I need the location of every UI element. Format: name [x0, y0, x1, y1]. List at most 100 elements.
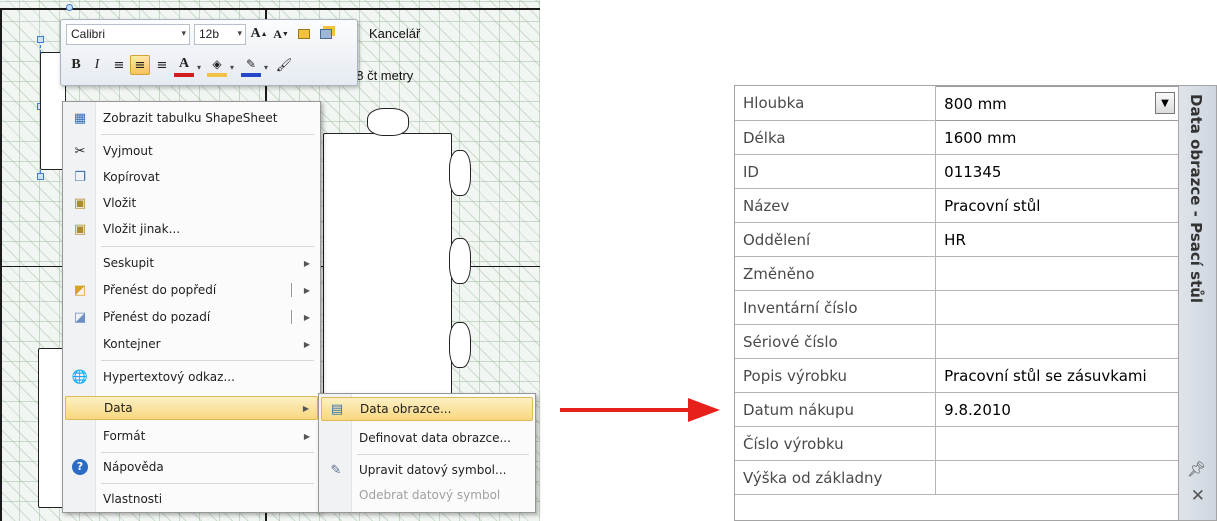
chevron-down-icon[interactable]: ▼ — [1155, 92, 1175, 114]
table-row[interactable]: Popis výrobku Pracovní stůl se zásuvkami — [735, 358, 1179, 393]
menu-separator — [101, 360, 314, 361]
room-area-label: 18 čt metry — [349, 68, 414, 83]
submenu-arrow-icon: ▶ — [303, 258, 310, 268]
copy-icon: ❐ — [74, 169, 86, 185]
chevron-down-icon: ▾ — [181, 28, 186, 38]
property-value[interactable]: 9.8.2010 — [935, 392, 1179, 427]
chair-shape[interactable] — [449, 322, 471, 368]
rotation-handle[interactable] — [66, 4, 73, 11]
shrink-font-icon[interactable]: A ▼ — [271, 24, 291, 44]
fill-color-icon[interactable]: ◈ — [207, 55, 227, 77]
close-icon[interactable]: ✕ — [1191, 486, 1205, 506]
property-value[interactable]: Pracovní stůl — [935, 188, 1179, 223]
table-row[interactable]: Výška od základny — [735, 460, 1179, 495]
menu-item-label: Přenést do pozadí — [103, 310, 211, 324]
menu-item-label: Vložit — [103, 196, 137, 210]
property-label: Změněno — [735, 256, 937, 291]
menu-item-label: Nápověda — [103, 460, 164, 474]
desk-shape[interactable] — [323, 133, 452, 395]
send-backward-icon: ◪ — [73, 309, 87, 325]
table-row[interactable]: Oddělení HR — [735, 222, 1179, 257]
menu-item-define-shape-data[interactable]: Definovat data obrazce... — [321, 426, 533, 450]
menu-item-hyperlink[interactable]: 🌐 Hypertextový odkaz... — [65, 365, 318, 389]
property-value[interactable] — [935, 460, 1179, 495]
property-value[interactable] — [935, 290, 1179, 325]
property-value: 800 mm — [944, 94, 1007, 113]
chevron-down-icon[interactable]: ▾ — [197, 63, 201, 72]
property-value[interactable]: 011345 — [935, 154, 1179, 189]
property-value[interactable] — [935, 256, 1179, 291]
menu-item-group[interactable]: Seskupit ▶ — [65, 251, 318, 275]
split-divider — [291, 283, 292, 297]
menu-item-shapesheet[interactable]: ▦ Zobrazit tabulku ShapeSheet — [65, 106, 318, 130]
property-label: Inventární číslo — [735, 290, 937, 325]
font-name-value: Calibri — [71, 27, 106, 41]
table-row[interactable]: Inventární číslo — [735, 290, 1179, 325]
chevron-down-icon[interactable]: ▾ — [230, 63, 234, 72]
pin-icon[interactable]: 📌︎ — [1187, 460, 1206, 478]
line-color-icon[interactable]: ✎ — [241, 55, 261, 77]
submenu-arrow-icon: ▶ — [302, 403, 309, 413]
table-row[interactable]: Číslo výrobku — [735, 426, 1179, 461]
menu-item-remove-data-graphic[interactable]: Odebrat datový symbol — [321, 483, 533, 507]
chair-shape[interactable] — [449, 150, 471, 196]
grow-font-icon[interactable]: A ▲ — [249, 24, 269, 44]
table-row[interactable]: Hloubka 800 mm ▼ — [735, 86, 1179, 121]
menu-item-data[interactable]: Data ▶ — [65, 396, 318, 420]
align-center-icon[interactable]: ≡ — [130, 55, 150, 75]
table-row[interactable]: ID 011345 — [735, 154, 1179, 189]
property-value[interactable] — [935, 426, 1179, 461]
property-value[interactable]: HR — [935, 222, 1179, 257]
chevron-down-icon[interactable]: ▾ — [264, 63, 268, 72]
menu-item-label: Kontejner — [103, 337, 161, 351]
bring-to-front-icon[interactable] — [294, 24, 314, 44]
selection-handle[interactable] — [37, 173, 44, 180]
font-size-combo[interactable]: 12b ▾ — [194, 24, 246, 45]
submenu-arrow-icon[interactable]: ▶ — [304, 313, 310, 322]
format-painter-icon[interactable]: 🖌 — [274, 55, 294, 75]
menu-item-copy[interactable]: ❐ Kopírovat — [65, 165, 318, 189]
property-value[interactable]: 1600 mm — [935, 120, 1179, 155]
property-label: Hloubka — [735, 86, 937, 121]
menu-item-properties[interactable]: Vlastnosti — [65, 487, 318, 511]
menu-item-bring-forward[interactable]: ◩ Přenést do popředí ▶ — [65, 278, 318, 302]
bold-icon[interactable]: B — [66, 55, 86, 75]
property-value[interactable] — [935, 324, 1179, 359]
menu-item-edit-data-graphic[interactable]: ✎ Upravit datový symbol... — [321, 458, 533, 482]
menu-item-help[interactable]: ? Nápověda — [65, 455, 318, 479]
table-row[interactable]: Délka 1600 mm — [735, 120, 1179, 155]
menu-item-send-backward[interactable]: ◪ Přenést do pozadí ▶ — [65, 305, 318, 329]
font-name-combo[interactable]: Calibri ▾ — [66, 24, 190, 45]
property-label: Název — [735, 188, 937, 223]
menu-item-cut[interactable]: ✂ Vyjmout — [65, 139, 318, 163]
italic-icon[interactable]: I — [87, 55, 107, 75]
menu-item-shape-data[interactable]: ▤ Data obrazce... — [321, 397, 533, 421]
font-size-value: 12b — [199, 27, 220, 41]
context-menu: ▦ Zobrazit tabulku ShapeSheet ✂ Vyjmout … — [62, 101, 321, 513]
font-color-icon[interactable]: A — [174, 55, 194, 77]
property-value-dropdown[interactable]: 800 mm ▼ — [935, 86, 1179, 121]
align-left-icon[interactable]: ≡ — [109, 55, 129, 75]
menu-separator — [101, 452, 314, 453]
chair-shape[interactable] — [449, 238, 471, 284]
menu-item-paste-special[interactable]: ▣ Vložit jinak... — [65, 217, 318, 241]
table-row[interactable]: Změněno — [735, 256, 1179, 291]
menu-item-paste[interactable]: ▣ Vložit — [65, 191, 318, 215]
table-row[interactable]: Sériové číslo — [735, 324, 1179, 359]
shape-data-window: Hloubka 800 mm ▼ Délka 1600 mm ID 011345… — [734, 85, 1217, 521]
property-value[interactable]: Pracovní stůl se zásuvkami — [935, 358, 1179, 393]
menu-item-container[interactable]: Kontejner ▶ — [65, 332, 318, 356]
table-row[interactable]: Datum nákupu 9.8.2010 — [735, 392, 1179, 427]
wall — [0, 8, 540, 10]
menu-item-format[interactable]: Formát ▶ — [65, 424, 318, 448]
align-right-icon[interactable]: ≡ — [152, 55, 172, 75]
selection-handle[interactable] — [37, 36, 44, 43]
chair-shape[interactable] — [367, 108, 409, 136]
table-row[interactable]: Název Pracovní stůl — [735, 188, 1179, 223]
submenu-arrow-icon[interactable]: ▶ — [304, 286, 310, 295]
send-to-back-icon[interactable] — [316, 24, 336, 44]
panel-title-bar[interactable]: Data obrazce - Psací stůl 📌︎ ✕ — [1178, 86, 1216, 520]
menu-separator — [357, 454, 529, 455]
property-label: Číslo výrobku — [735, 426, 937, 461]
data-submenu: ▤ Data obrazce... Definovat data obrazce… — [318, 393, 536, 513]
